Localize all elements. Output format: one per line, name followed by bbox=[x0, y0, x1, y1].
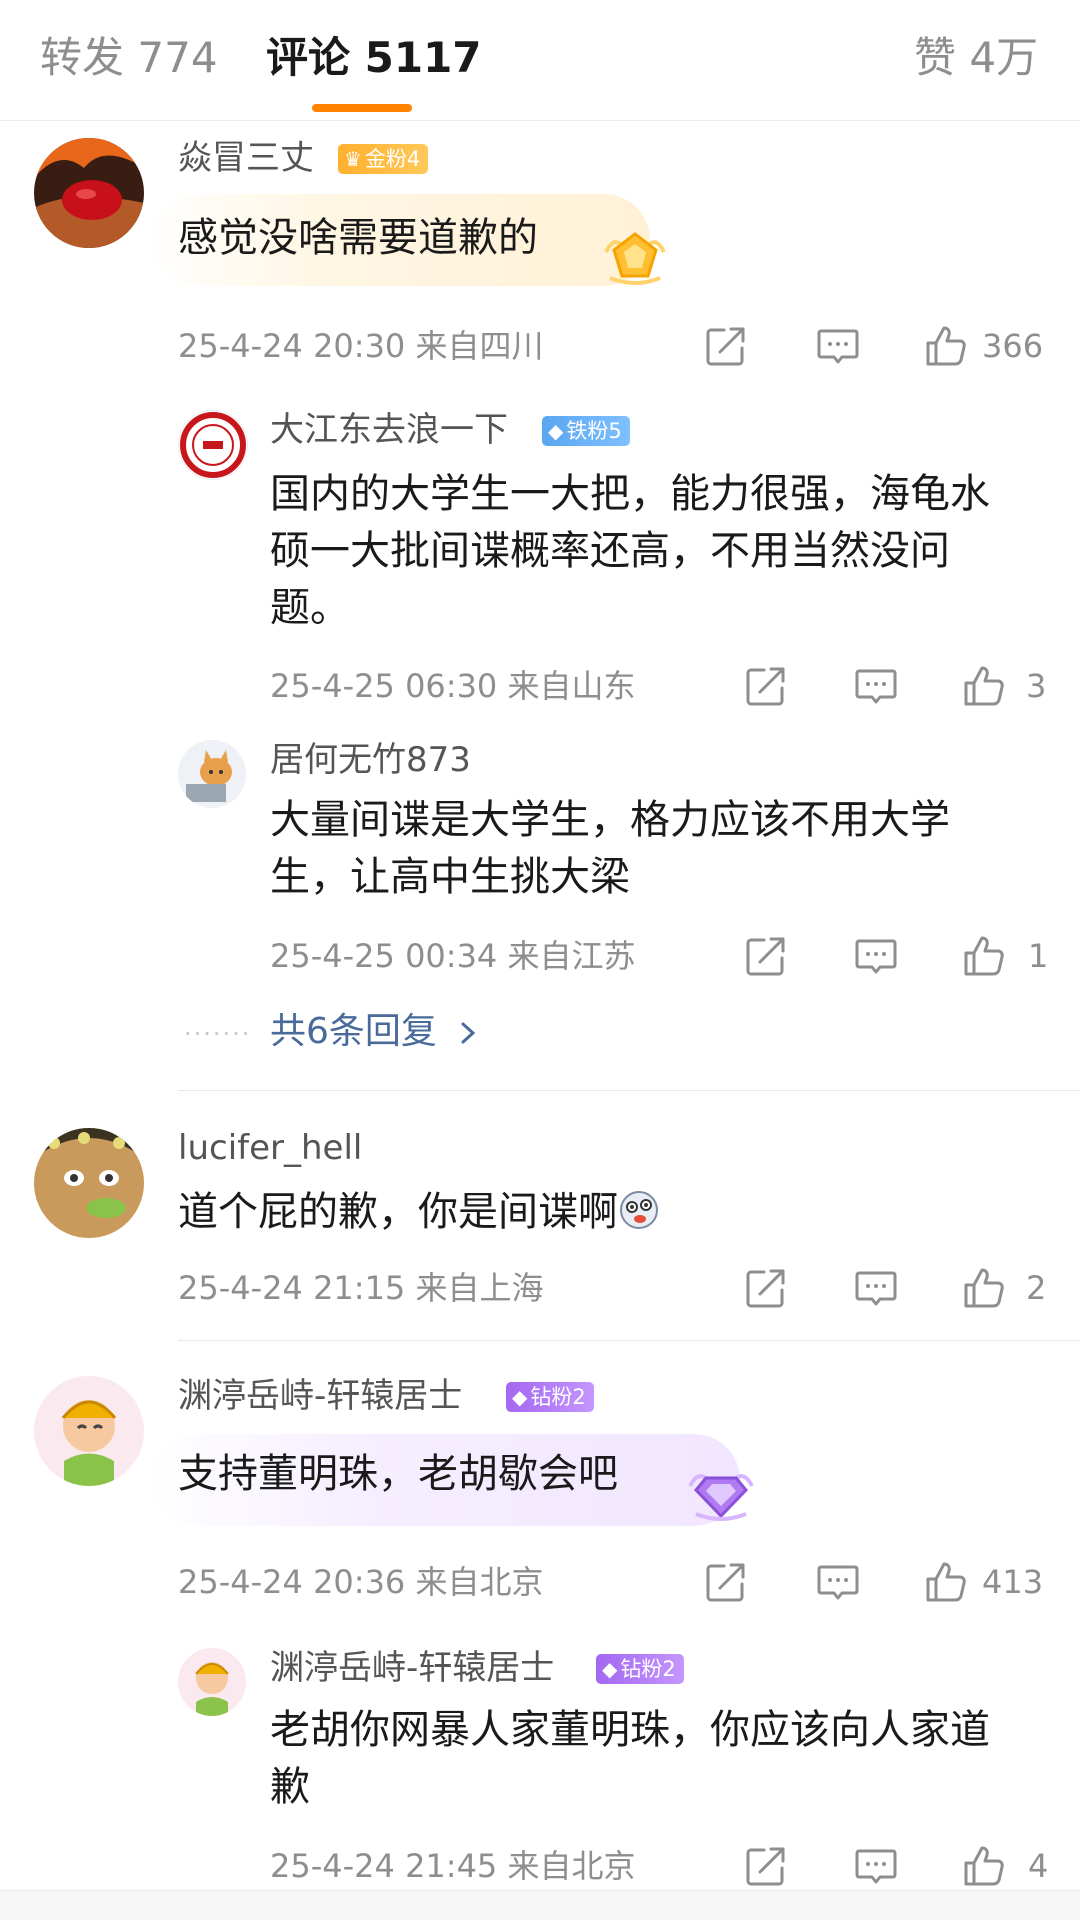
comment-divider bbox=[178, 1340, 1080, 1341]
like-count: 4 bbox=[1028, 1847, 1049, 1885]
tab-likes[interactable]: 赞 4万 bbox=[914, 32, 1038, 84]
avatar[interactable] bbox=[34, 138, 144, 248]
avatar[interactable] bbox=[178, 740, 246, 808]
comment-icon[interactable] bbox=[854, 664, 898, 708]
comment-icon[interactable] bbox=[854, 1844, 898, 1888]
like-icon[interactable] bbox=[962, 1844, 1006, 1888]
crown-icon: ♛ bbox=[344, 147, 362, 171]
fan-badge-label: 钻粉2 bbox=[620, 1657, 676, 1681]
reply-meta: 25-4-25 06:30 来自山东 bbox=[270, 667, 636, 705]
tab-comments-label: 评论 bbox=[266, 33, 351, 82]
tab-likes-count: 4万 bbox=[969, 33, 1039, 82]
like-count: 413 bbox=[982, 1563, 1044, 1601]
diamond-gem-icon: ◆ bbox=[548, 419, 564, 443]
diamond-gem-icon: ◆ bbox=[512, 1385, 528, 1409]
like-icon[interactable] bbox=[962, 664, 1006, 708]
comment-icon[interactable] bbox=[816, 1560, 860, 1604]
comment-text: 道个屁的歉，你是间谍啊 bbox=[178, 1184, 660, 1241]
reply-username[interactable]: 大江东去浪一下 bbox=[270, 410, 508, 450]
chevron-right-icon bbox=[461, 1022, 476, 1044]
avatar[interactable] bbox=[34, 1128, 144, 1238]
tab-repost[interactable]: 转发 774 bbox=[40, 32, 218, 84]
bottom-bar bbox=[0, 1890, 1080, 1920]
share-icon[interactable] bbox=[744, 1266, 788, 1310]
like-icon[interactable] bbox=[962, 1266, 1006, 1310]
reply-username[interactable]: 居何无竹873 bbox=[270, 740, 471, 780]
reply-meta: 25-4-24 21:45 来自北京 bbox=[270, 1847, 636, 1885]
avatar[interactable] bbox=[178, 410, 248, 480]
comment-text: 支持董明珠，老胡歇会吧 bbox=[178, 1451, 618, 1497]
share-icon[interactable] bbox=[704, 1560, 748, 1604]
reply-text: 大量间谍是大学生，格力应该不用大学生，让高中生挑大梁 bbox=[270, 797, 950, 900]
more-replies-link[interactable]: 共6条回复 bbox=[270, 1010, 480, 1054]
like-count: 366 bbox=[982, 327, 1044, 365]
fan-badge[interactable]: ♛ 金粉4 bbox=[338, 144, 429, 174]
comment-username[interactable]: 渊渟岳峙-轩辕居士 bbox=[178, 1376, 462, 1416]
avatar[interactable] bbox=[178, 1648, 246, 1716]
diamond-gem-icon bbox=[688, 1474, 754, 1521]
tab-repost-count: 774 bbox=[137, 33, 218, 82]
share-icon[interactable] bbox=[744, 664, 788, 708]
emoji-icon bbox=[620, 1191, 658, 1229]
like-icon[interactable] bbox=[924, 324, 968, 368]
reply-text: 国内的大学生一大把，能力很强，海龟水硕一大批间谍概率还高，不用当然没问题。 bbox=[270, 471, 990, 631]
fan-badge[interactable]: ◆ 钻粉2 bbox=[506, 1382, 594, 1412]
fan-badge-label: 钻粉2 bbox=[530, 1385, 586, 1409]
avatar[interactable] bbox=[34, 1376, 144, 1486]
fan-badge-label: 铁粉5 bbox=[566, 419, 622, 443]
like-count: 1 bbox=[1028, 937, 1049, 975]
reply-text: 老胡你网暴人家董明珠，你应该向人家道歉 bbox=[270, 1707, 990, 1810]
comment-icon[interactable] bbox=[816, 324, 860, 368]
active-tab-indicator bbox=[312, 104, 412, 112]
tab-bar: 转发 774 评论 5117 赞 4万 bbox=[0, 0, 1080, 121]
comment-username[interactable]: 焱冒三丈 bbox=[178, 138, 314, 178]
comment-text: 感觉没啥需要道歉的 bbox=[178, 215, 538, 261]
diamond-gem-icon: ◆ bbox=[602, 1657, 618, 1681]
reply-username[interactable]: 渊渟岳峙-轩辕居士 bbox=[270, 1648, 554, 1688]
more-replies-label: 共6条回复 bbox=[270, 1011, 437, 1052]
comment-meta: 25-4-24 21:15 来自上海 bbox=[178, 1269, 544, 1307]
fan-badge[interactable]: ◆ 钻粉2 bbox=[596, 1654, 684, 1684]
comment-icon[interactable] bbox=[854, 1266, 898, 1310]
comment-text-body: 道个屁的歉，你是间谍啊 bbox=[178, 1189, 618, 1235]
like-icon[interactable] bbox=[962, 934, 1006, 978]
like-count: 2 bbox=[1026, 1269, 1047, 1307]
tab-comments[interactable]: 评论 5117 bbox=[266, 32, 482, 84]
comment-icon[interactable] bbox=[854, 934, 898, 978]
like-count: 3 bbox=[1026, 667, 1047, 705]
gold-gem-icon bbox=[604, 232, 666, 285]
fan-badge-label: 金粉4 bbox=[364, 147, 421, 171]
share-icon[interactable] bbox=[744, 1844, 788, 1888]
comment-meta: 25-4-24 20:30 来自四川 bbox=[178, 327, 544, 365]
more-dots: ······· bbox=[184, 1020, 252, 1048]
comment-meta: 25-4-24 20:36 来自北京 bbox=[178, 1563, 544, 1601]
share-icon[interactable] bbox=[744, 934, 788, 978]
fan-badge[interactable]: ◆ 铁粉5 bbox=[542, 416, 630, 446]
comment-username[interactable]: lucifer_hell bbox=[178, 1128, 362, 1168]
tab-likes-label: 赞 bbox=[914, 33, 957, 82]
share-icon[interactable] bbox=[704, 324, 748, 368]
tab-comments-count: 5117 bbox=[364, 33, 482, 82]
reply-meta: 25-4-25 00:34 来自江苏 bbox=[270, 937, 636, 975]
comment-divider bbox=[178, 1090, 1080, 1091]
tab-repost-label: 转发 bbox=[40, 33, 125, 82]
like-icon[interactable] bbox=[924, 1560, 968, 1604]
